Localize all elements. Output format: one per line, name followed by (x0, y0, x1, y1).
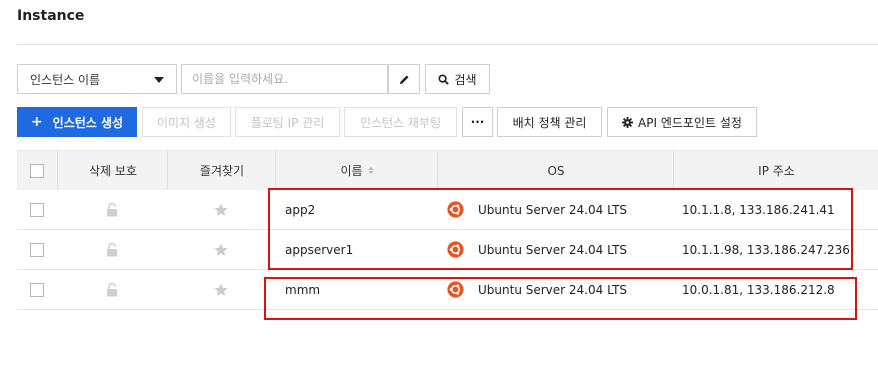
favorite-cell (167, 230, 275, 269)
header-os[interactable]: OS (437, 151, 674, 190)
star-icon[interactable] (213, 242, 229, 258)
search-button-label: 검색 (454, 72, 477, 87)
search-button[interactable]: 검색 (425, 64, 490, 94)
unlock-icon (107, 202, 117, 216)
select-all-cell (17, 151, 57, 190)
more-button[interactable]: ··· (462, 107, 493, 137)
star-icon[interactable] (213, 282, 229, 298)
star-icon[interactable] (213, 202, 229, 218)
lock-cell (57, 230, 167, 269)
page-title: Instance (17, 8, 85, 24)
highlight-box-mmm (264, 277, 857, 320)
filter-field-select[interactable]: 인스턴스 이름 (17, 64, 177, 94)
title-divider (17, 44, 878, 45)
plus-icon: + (30, 114, 43, 130)
api-endpoint-button[interactable]: API 엔드포인트 설정 (607, 107, 757, 137)
lock-cell (57, 190, 167, 229)
favorite-cell (167, 270, 275, 309)
unlock-icon (107, 242, 117, 256)
row-checkbox[interactable] (30, 202, 44, 217)
header-favorite[interactable]: 즐겨찾기 (167, 151, 276, 190)
caret-down-icon (154, 77, 164, 83)
floating-ip-button[interactable]: 플로팅 IP 관리 (235, 107, 340, 137)
placement-policy-button[interactable]: 배치 정책 관리 (497, 107, 602, 137)
favorite-cell (167, 190, 275, 229)
pencil-icon (399, 74, 409, 84)
row-select-cell (17, 190, 57, 229)
unlock-icon (107, 282, 117, 296)
create-instance-label: 인스턴스 생성 (52, 115, 124, 130)
table-header: 삭제 보호 즐겨찾기 이름 OS IP 주소 (17, 150, 878, 190)
search-input[interactable] (181, 64, 388, 94)
edit-button[interactable] (388, 64, 420, 94)
select-all-checkbox[interactable] (30, 163, 44, 178)
row-select-cell (17, 230, 57, 269)
row-select-cell (17, 270, 57, 309)
row-checkbox[interactable] (30, 282, 44, 297)
header-name-label: 이름 (340, 164, 363, 178)
create-image-button[interactable]: 이미지 생성 (142, 107, 231, 137)
sort-icon (367, 167, 374, 174)
reboot-instance-button[interactable]: 인스턴스 재부팅 (344, 107, 457, 137)
filter-field-label: 인스턴스 이름 (30, 72, 101, 87)
create-instance-button[interactable]: + 인스턴스 생성 (17, 107, 137, 137)
search-icon (438, 73, 450, 85)
highlight-box-app-group (268, 188, 853, 270)
header-name[interactable]: 이름 (275, 151, 438, 190)
api-endpoint-label: API 엔드포인트 설정 (638, 115, 742, 130)
row-checkbox[interactable] (30, 242, 44, 257)
gear-icon (622, 116, 634, 128)
lock-cell (57, 270, 167, 309)
header-delete-protection[interactable]: 삭제 보호 (57, 151, 168, 190)
header-ip[interactable]: IP 주소 (673, 151, 878, 190)
